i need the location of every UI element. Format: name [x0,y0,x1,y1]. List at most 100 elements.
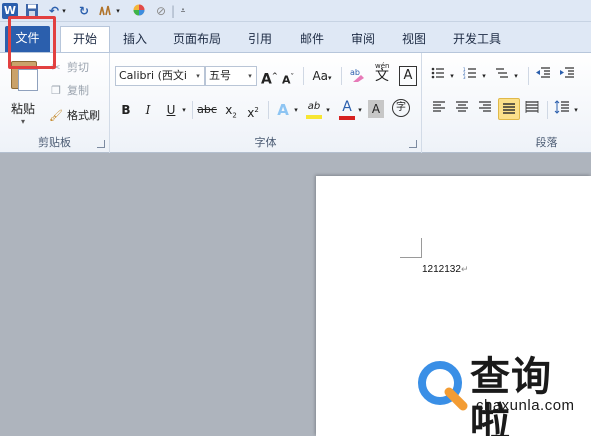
grow-font-button[interactable]: A^ [261,66,278,88]
highlight-dropdown-icon[interactable]: ▾ [324,100,332,120]
highlight-button[interactable]: ab [304,97,324,119]
font-color-label: A [342,99,352,115]
bullets-button[interactable] [430,66,446,86]
shrink-font-label: A [281,73,291,87]
enclose-char-button[interactable]: 字 [392,99,410,117]
format-painter-label: 格式刷 [67,109,100,122]
text-effect-button[interactable]: A [274,100,292,120]
paste-button[interactable]: 粘贴 ▾ [6,59,42,129]
underline-button[interactable]: U [163,100,179,120]
numbering-dropdown-icon[interactable]: ▾ [480,66,488,86]
phonetic-guide-button[interactable]: wén 文 [373,62,393,88]
char-border-button[interactable]: A [399,66,417,86]
redo-icon[interactable]: ↻ [76,3,92,19]
tab-review[interactable]: 审阅 [346,28,380,52]
copy-icon: ❐ [51,84,61,97]
align-center-button[interactable] [453,100,471,120]
para-separator-1 [528,67,529,85]
grow-font-label: A [261,71,272,88]
superscript-button[interactable]: x2 [244,100,262,120]
color-icon[interactable] [131,3,147,19]
font-name-dropdown-icon[interactable]: ▾ [192,67,204,85]
font-launcher-icon[interactable] [409,140,417,148]
qat-separator: | [170,4,176,18]
underline-dropdown-icon[interactable]: ▾ [180,100,188,120]
increase-indent-icon [560,67,574,78]
copy-button[interactable]: ❐ 复制 [48,82,89,100]
save-icon[interactable] [24,3,40,19]
format-painter-button[interactable]: 🖌 格式刷 [48,107,100,125]
decrease-indent-icon [536,67,550,78]
font-color-dropdown-icon[interactable]: ▾ [356,100,364,120]
document-text-value: 1212132 [422,264,461,275]
undo-dropdown-icon[interactable]: ▾ [60,3,68,19]
svg-text:3: 3 [463,75,466,80]
draw-icon[interactable]: ⊘ [153,3,169,19]
font-name-value: Calibri (西文i [119,69,187,82]
change-case-button[interactable]: Aa▾ [308,66,336,86]
italic-button[interactable]: I [140,100,156,120]
numbering-button[interactable]: 123 [462,66,478,86]
chaxunla-logo-icon [418,361,468,411]
ribbon: 粘贴 ▾ ✂ 剪切 ❐ 复制 🖌 格式刷 剪贴板 Calibri (西文i ▾ 五号 … [0,52,591,153]
paste-dropdown-icon[interactable]: ▾ [21,117,25,126]
font-separator-1 [303,67,304,85]
align-left-button[interactable] [430,100,448,120]
justify-button[interactable] [498,98,520,120]
subscript-mark: 2 [232,111,237,120]
multilevel-list-button[interactable] [494,66,510,86]
margin-corner-mark [400,238,422,258]
customize-icon[interactable]: ⩡ [178,3,188,19]
increase-indent-button[interactable] [558,66,576,86]
justify-icon [503,103,515,114]
tab-insert[interactable]: 插入 [118,28,152,52]
clipboard-group: 粘贴 ▾ ✂ 剪切 ❐ 复制 🖌 格式刷 剪贴板 [0,53,110,153]
align-center-icon [456,101,468,112]
qat-dropdown-icon[interactable]: ▾ [114,3,122,19]
clear-format-button[interactable]: ab [348,66,368,86]
tab-references[interactable]: 引用 [243,28,277,52]
word-app-icon[interactable]: W [2,3,18,19]
highlight-color-bar [306,115,322,119]
tab-view[interactable]: 视图 [397,28,431,52]
document-text[interactable]: 1212132↵ [422,264,468,275]
tab-developer[interactable]: 开发工具 [446,28,508,52]
distribute-button[interactable] [523,100,541,120]
format-painter-icon[interactable] [97,3,113,19]
shrink-font-button[interactable]: Aˇ [280,67,296,87]
strikethrough-button[interactable]: abc [196,100,218,120]
align-right-button[interactable] [476,100,494,120]
subscript-button[interactable]: x2 [222,100,240,120]
decrease-indent-button[interactable] [534,66,552,86]
tab-page-layout[interactable]: 页面布局 [167,28,227,52]
char-shading-button[interactable]: A [368,100,384,118]
tab-home[interactable]: 开始 [60,26,110,53]
line-spacing-icon [554,100,569,114]
font-group-label: 字体 [254,136,277,149]
font-size-dropdown-icon[interactable]: ▾ [244,67,256,85]
line-spacing-dropdown-icon[interactable]: ▾ [572,100,580,120]
clipboard-launcher-icon[interactable] [97,140,105,148]
bullets-dropdown-icon[interactable]: ▾ [448,66,456,86]
line-spacing-button[interactable] [553,100,571,120]
svg-text:ab: ab [350,68,360,77]
cut-button[interactable]: ✂ 剪切 [48,59,89,77]
font-name-combo[interactable]: Calibri (西文i ▾ [115,66,205,86]
font-separator-2 [341,67,342,85]
font-size-value: 五号 [209,69,231,82]
multilevel-dropdown-icon[interactable]: ▾ [512,66,520,86]
tab-file[interactable]: 文件 [5,26,50,52]
font-color-button[interactable]: A [339,97,355,120]
text-effect-dropdown-icon[interactable]: ▾ [292,100,300,120]
clear-format-icon: ab [350,68,364,82]
font-color-bar [339,116,355,120]
tab-mailings[interactable]: 邮件 [295,28,329,52]
watermark-brand: 查询啦 [470,354,552,436]
bold-button[interactable]: B [118,100,134,120]
paragraph-group: ▾ 123 ▾ ▾ ▾ 段落 [422,53,591,153]
brush-icon: 🖌 [49,109,63,122]
align-right-icon [479,101,491,112]
font-size-combo[interactable]: 五号 ▾ [205,66,257,86]
char-border-label: A [403,68,413,83]
scissors-icon: ✂ [51,61,61,74]
